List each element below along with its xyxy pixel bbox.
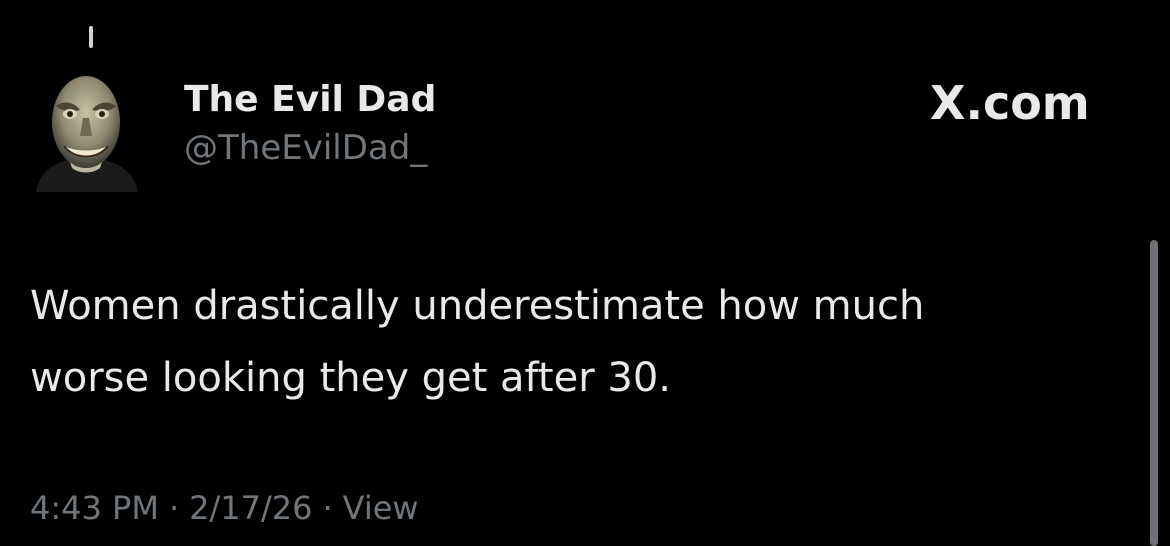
author-handle[interactable]: @TheEvilDad_ bbox=[184, 126, 436, 170]
views-link[interactable]: View bbox=[343, 489, 419, 527]
tweet-metadata: 4:43 PM · 2/17/26 · View bbox=[30, 486, 419, 530]
tweet-text-line: worse looking they get after 30. bbox=[30, 355, 671, 401]
author-display-name[interactable]: The Evil Dad bbox=[184, 78, 436, 122]
thread-connector-line bbox=[89, 26, 93, 48]
x-logo-wordmark: X.com bbox=[930, 76, 1090, 130]
tweet-text: Women drastically underestimate how much… bbox=[30, 270, 1110, 414]
tweet-author: The Evil Dad @TheEvilDad_ bbox=[184, 78, 436, 170]
separator-dot: · bbox=[168, 489, 180, 527]
separator-dot: · bbox=[322, 489, 333, 527]
tweet-time[interactable]: 4:43 PM bbox=[30, 489, 159, 527]
tweet-date[interactable]: 2/17/26 bbox=[189, 489, 312, 527]
tweet-text-line: Women drastically underestimate how much bbox=[30, 283, 925, 329]
avatar[interactable] bbox=[30, 66, 142, 192]
scrollbar[interactable] bbox=[1150, 240, 1158, 546]
